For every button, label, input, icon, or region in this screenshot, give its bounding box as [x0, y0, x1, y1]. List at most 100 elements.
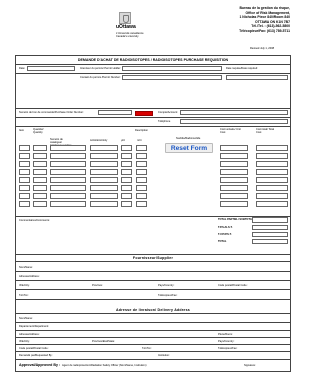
item-cell[interactable]	[33, 177, 47, 183]
comments-field[interactable]	[19, 223, 209, 224]
gst-field[interactable]	[252, 225, 288, 230]
divider	[15, 313, 291, 314]
item-cell[interactable]	[50, 193, 86, 199]
item-cell[interactable]	[256, 193, 288, 199]
supplier-postal-label: Code postal/Postal Code:	[218, 284, 248, 287]
item-cell[interactable]	[90, 169, 118, 175]
item-cell[interactable]	[50, 145, 86, 151]
item-cell[interactable]	[220, 153, 248, 159]
item-cell[interactable]	[136, 185, 147, 191]
item-cell[interactable]	[19, 169, 30, 175]
item-cell[interactable]	[121, 145, 132, 151]
item-cell[interactable]	[220, 185, 248, 191]
item-cell[interactable]	[90, 185, 118, 191]
item-cell[interactable]	[19, 201, 30, 207]
item-cell[interactable]	[50, 161, 86, 167]
date-field[interactable]	[27, 65, 75, 71]
col-description: Description	[135, 129, 148, 132]
requester-field[interactable]	[122, 65, 222, 71]
item-cell[interactable]	[50, 153, 86, 159]
item-cell[interactable]	[33, 185, 47, 191]
item-cell[interactable]	[256, 161, 288, 167]
delivery-name-label: Nom/Name:	[19, 317, 33, 320]
divider	[15, 344, 291, 345]
item-cell[interactable]	[220, 177, 248, 183]
item-cell[interactable]	[50, 169, 86, 175]
item-cell[interactable]	[90, 201, 118, 207]
item-cell[interactable]	[33, 153, 47, 159]
pst-field[interactable]	[252, 232, 288, 237]
item-cell[interactable]	[90, 161, 118, 167]
item-cell[interactable]	[136, 177, 147, 183]
item-cell[interactable]	[19, 161, 30, 167]
item-cell[interactable]	[220, 145, 248, 151]
item-cell[interactable]	[50, 177, 86, 183]
item-cell[interactable]	[33, 145, 47, 151]
divider	[15, 271, 291, 272]
item-cell[interactable]	[121, 185, 132, 191]
reset-form-button[interactable]: Reset Form	[165, 143, 213, 153]
subtotal-field[interactable]	[252, 217, 288, 223]
item-cell[interactable]	[19, 177, 30, 183]
account-field[interactable]	[180, 110, 288, 115]
item-cell[interactable]	[90, 177, 118, 183]
item-cell[interactable]	[121, 169, 132, 175]
item-cell[interactable]	[33, 193, 47, 199]
delivery-address-label: Adresse/Address:	[19, 333, 40, 336]
item-cell[interactable]	[220, 169, 248, 175]
item-cell[interactable]	[121, 193, 132, 199]
col-item: Item	[19, 129, 25, 132]
item-cell[interactable]	[256, 185, 288, 191]
divider	[15, 330, 291, 331]
item-cell[interactable]	[136, 201, 147, 207]
item-cell[interactable]	[33, 201, 47, 207]
col-unit-cost: Coût unitaire/ Unit Cost	[220, 128, 241, 134]
item-cell[interactable]	[220, 193, 248, 199]
item-cell[interactable]	[50, 185, 86, 191]
delivery-fax-label: Télécopieur/Fax:	[218, 347, 238, 350]
item-cell[interactable]	[90, 193, 118, 199]
col-total-cost: Coût total/ Total Cost	[256, 128, 274, 134]
item-cell[interactable]	[19, 185, 30, 191]
total-field[interactable]	[252, 239, 288, 244]
item-cell[interactable]	[19, 193, 30, 199]
gst-label: T.P.S./G.S.T.	[218, 226, 233, 229]
item-cell[interactable]	[50, 201, 86, 207]
item-cell[interactable]	[90, 145, 118, 151]
item-cell[interactable]	[136, 161, 147, 167]
item-cell[interactable]	[19, 145, 30, 151]
revised-date: Revised July 1, 2008	[250, 47, 275, 50]
item-cell[interactable]	[256, 201, 288, 207]
supplier-province-label: Province:	[92, 284, 103, 287]
item-cell[interactable]	[90, 153, 118, 159]
delivery-title: Adresse de livraison/ Delivery Address	[116, 307, 190, 312]
item-cell[interactable]	[136, 169, 147, 175]
item-cell[interactable]	[136, 153, 147, 159]
item-cell[interactable]	[19, 153, 30, 159]
item-cell[interactable]	[136, 193, 147, 199]
item-cell[interactable]	[121, 177, 132, 183]
phone-field[interactable]	[180, 119, 288, 124]
supplier-name-label: Nom/Name:	[19, 266, 33, 269]
item-cell[interactable]	[33, 161, 47, 167]
item-cell[interactable]	[121, 153, 132, 159]
item-cell[interactable]	[136, 145, 147, 151]
item-cell[interactable]	[256, 145, 288, 151]
item-cell[interactable]	[220, 201, 248, 207]
item-cell[interactable]	[256, 177, 288, 183]
subtotal-label: TOTAL PARTIEL/ SUBTOTAL	[218, 218, 254, 221]
date-required-field[interactable]	[226, 74, 288, 80]
item-cell[interactable]	[121, 161, 132, 167]
comments-label: Commentaires/Comments:	[19, 219, 50, 222]
po-number-label: Numéro de bon de commande/Purchase Order…	[19, 111, 84, 114]
po-number-field[interactable]	[98, 110, 132, 115]
item-cell[interactable]	[256, 169, 288, 175]
pst-label: T.V.P./P.S.T.	[218, 233, 232, 236]
item-cell[interactable]	[220, 161, 248, 167]
delivery-province-label: Province/Etat/State:	[92, 340, 115, 343]
contact-field[interactable]	[122, 74, 222, 80]
item-cell[interactable]	[33, 169, 47, 175]
item-cell[interactable]	[121, 201, 132, 207]
item-cell[interactable]	[256, 153, 288, 159]
account-lookup-button[interactable]	[135, 111, 153, 116]
